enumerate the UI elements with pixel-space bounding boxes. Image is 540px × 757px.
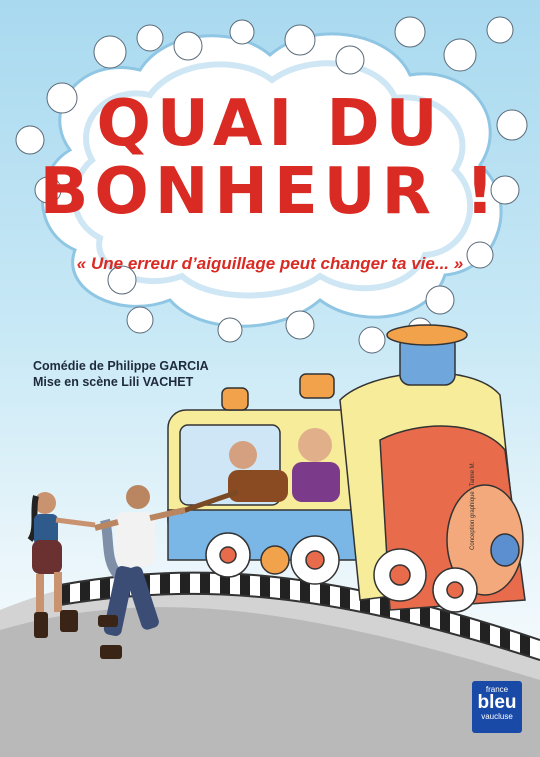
logo-line-3: vaucluse [481,712,513,721]
logo-line-2: bleu [477,692,517,713]
title-line-2: BONHEUR ! [39,155,501,229]
poster: QUAI DU BONHEUR ! « Une erreur d’aiguill… [0,0,540,757]
credit-author: Comédie de Philippe GARCIA [33,359,209,373]
france-bleu-logo: france bleu vaucluse [472,681,522,733]
credit-director: Mise en scène Lili VACHET [33,375,194,389]
graphic-credit: Conception graphique : Tanne M. [470,461,476,550]
tagline: « Une erreur d’aiguillage peut changer t… [76,254,464,273]
title-line-1: QUAI DU [96,87,444,161]
